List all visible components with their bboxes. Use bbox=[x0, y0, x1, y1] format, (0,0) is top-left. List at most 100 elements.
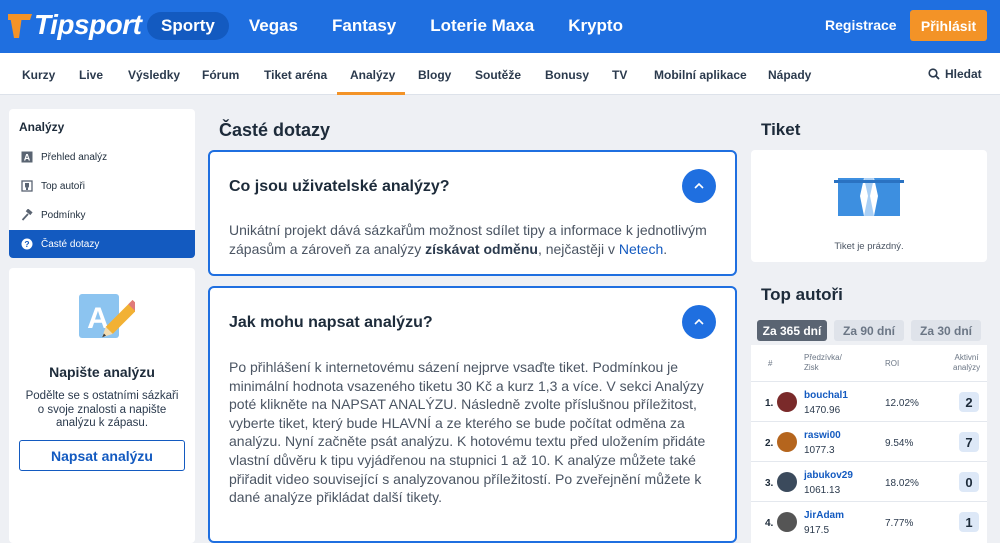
hammer-icon bbox=[20, 209, 33, 222]
analysis-pen-icon: A bbox=[77, 290, 140, 351]
faq-question[interactable]: Co jsou uživatelské analýzy? bbox=[229, 178, 450, 196]
subnav-mobilni-aplikace[interactable]: Mobilní aplikace bbox=[654, 68, 747, 82]
author-name[interactable]: jabukov29 bbox=[804, 470, 853, 481]
subnav-live[interactable]: Live bbox=[79, 68, 103, 82]
avatar bbox=[777, 512, 797, 532]
faq-question[interactable]: Jak mohu napsat analýzu? bbox=[229, 314, 433, 332]
subnav-vysledky[interactable]: Výsledky bbox=[128, 68, 180, 82]
menu-item-caste-dotazy[interactable]: ? Časté dotazy bbox=[9, 230, 195, 258]
col-header-line: Předzívka/ bbox=[804, 353, 842, 362]
author-name[interactable]: bouchal1 bbox=[804, 390, 848, 401]
main-nav-vegas[interactable]: Vegas bbox=[235, 12, 312, 40]
write-description: Podělte se s ostatními sázkaři o svoje z… bbox=[25, 390, 179, 429]
author-profit: 1077.3 bbox=[804, 445, 835, 456]
question-icon: ? bbox=[20, 238, 33, 251]
faq-item: Co jsou uživatelské analýzy? Unikátní pr… bbox=[208, 150, 737, 276]
analyses-menu: Analýzy A Přehled analýz Top autoři Podm… bbox=[9, 109, 195, 258]
ticket-panel: Tiket je prázdný. bbox=[751, 150, 987, 262]
top-authors-title: Top autoři bbox=[761, 285, 843, 304]
col-header-line: analýzy bbox=[953, 363, 981, 372]
rank-position: 4. bbox=[765, 518, 774, 529]
subnav-blogy[interactable]: Blogy bbox=[418, 68, 451, 82]
write-analysis-card: A Napište analýzu Podělte se s ostatními… bbox=[9, 268, 195, 543]
avatar bbox=[777, 472, 797, 492]
faq-item: Jak mohu napsat analýzu? Po přihlášení k… bbox=[208, 286, 737, 543]
write-title: Napište analýzu bbox=[49, 364, 155, 380]
top-bar: Tipsport Sporty Vegas Fantasy Loterie Ma… bbox=[0, 0, 1000, 53]
active-count-badge: 1 bbox=[959, 512, 979, 532]
sub-nav: Kurzy Live Výsledky Fórum Tiket aréna An… bbox=[0, 53, 1000, 95]
chevron-up-icon bbox=[693, 182, 705, 190]
top-authors-table: # Předzívka/ Zisk ROI Aktivní analýzy 1.… bbox=[751, 345, 987, 543]
col-header-forecaster: Předzívka/ Zisk bbox=[804, 353, 842, 373]
active-count-badge: 2 bbox=[959, 392, 979, 412]
subnav-kurzy[interactable]: Kurzy bbox=[22, 68, 55, 82]
faq-answer: Unikátní projekt dává sázkařům možnost s… bbox=[229, 221, 719, 258]
active-tab-underline bbox=[337, 92, 405, 95]
table-row[interactable]: 3. jabukov29 1061.13 18.02% 0 bbox=[751, 461, 987, 501]
main-nav: Sporty Vegas Fantasy Loterie Maxa Krypto bbox=[147, 12, 643, 40]
menu-item-top-autori[interactable]: Top autoři bbox=[9, 172, 195, 200]
author-roi: 7.77% bbox=[885, 518, 914, 529]
collapse-button[interactable] bbox=[682, 305, 716, 339]
author-name[interactable]: JirAdam bbox=[804, 510, 844, 521]
subnav-bonusy[interactable]: Bonusy bbox=[545, 68, 589, 82]
col-header-line: Zisk bbox=[804, 363, 819, 372]
write-analysis-button[interactable]: Napsat analýzu bbox=[19, 440, 185, 471]
active-count-badge: 0 bbox=[959, 472, 979, 492]
search-label: Hledat bbox=[945, 67, 982, 81]
author-profit: 1470.96 bbox=[804, 405, 841, 416]
col-header-roi: ROI bbox=[885, 359, 900, 368]
subnav-tiket-arena[interactable]: Tiket aréna bbox=[264, 68, 327, 82]
author-profit: 917.5 bbox=[804, 525, 830, 536]
subnav-forum[interactable]: Fórum bbox=[202, 68, 239, 82]
logo-text: Tipsport bbox=[34, 9, 142, 40]
collapse-button[interactable] bbox=[682, 169, 716, 203]
menu-heading: Analýzy bbox=[19, 120, 65, 134]
filter-30-days[interactable]: Za 30 dní bbox=[911, 320, 981, 341]
main-nav-loterie[interactable]: Loterie Maxa bbox=[416, 12, 548, 40]
tipsport-logo[interactable]: Tipsport bbox=[8, 9, 142, 41]
table-row[interactable]: 1. bouchal1 1470.96 12.02% 2 bbox=[751, 381, 987, 421]
menu-item-label: Časté dotazy bbox=[41, 238, 100, 250]
author-roi: 18.02% bbox=[885, 478, 919, 489]
answer-bold: získávat odměnu bbox=[425, 240, 538, 257]
ticket-title: Tiket bbox=[761, 120, 801, 139]
subnav-tv[interactable]: TV bbox=[612, 68, 627, 82]
trophy-icon bbox=[20, 180, 33, 193]
register-link[interactable]: Registrace bbox=[825, 17, 897, 33]
login-button[interactable]: Přihlásit bbox=[910, 10, 987, 41]
col-header-rank: # bbox=[768, 359, 773, 368]
svg-text:A: A bbox=[23, 153, 30, 163]
menu-item-prehled[interactable]: A Přehled analýz bbox=[9, 143, 195, 171]
author-name[interactable]: raswi00 bbox=[804, 430, 841, 441]
search-icon bbox=[928, 68, 940, 80]
rank-position: 2. bbox=[765, 438, 774, 449]
menu-item-label: Top autoři bbox=[41, 180, 85, 192]
main-nav-sporty[interactable]: Sporty bbox=[147, 12, 229, 40]
menu-item-podminky[interactable]: Podmínky bbox=[9, 201, 195, 229]
netech-link[interactable]: Netech bbox=[619, 241, 663, 257]
subnav-napady[interactable]: Nápady bbox=[768, 68, 811, 82]
active-count-badge: 7 bbox=[959, 432, 979, 452]
author-roi: 12.02% bbox=[885, 398, 919, 409]
search-button[interactable]: Hledat bbox=[928, 67, 982, 81]
subnav-souteze[interactable]: Soutěže bbox=[475, 68, 521, 82]
main-nav-fantasy[interactable]: Fantasy bbox=[318, 12, 410, 40]
answer-text: , nejčastěji v bbox=[537, 240, 619, 257]
logo-mark-icon bbox=[8, 10, 32, 40]
faq-answer: Po přihlášení k internetovému sázení nej… bbox=[229, 359, 706, 506]
avatar bbox=[777, 432, 797, 452]
empty-ticket-icon bbox=[834, 174, 904, 225]
chevron-up-icon bbox=[693, 318, 705, 326]
ticket-empty-text: Tiket je prázdný. bbox=[834, 241, 904, 252]
answer-text: . bbox=[663, 240, 668, 257]
filter-90-days[interactable]: Za 90 dní bbox=[834, 320, 904, 341]
author-roi: 9.54% bbox=[885, 438, 914, 449]
subnav-analyzy[interactable]: Analýzy bbox=[350, 68, 395, 82]
table-row[interactable]: 4. JirAdam 917.5 7.77% 1 bbox=[751, 501, 987, 541]
filter-365-days[interactable]: Za 365 dní bbox=[757, 320, 827, 341]
table-row[interactable]: 2. raswi00 1077.3 9.54% 7 bbox=[751, 421, 987, 461]
rank-position: 1. bbox=[765, 398, 774, 409]
main-nav-krypto[interactable]: Krypto bbox=[554, 12, 637, 40]
